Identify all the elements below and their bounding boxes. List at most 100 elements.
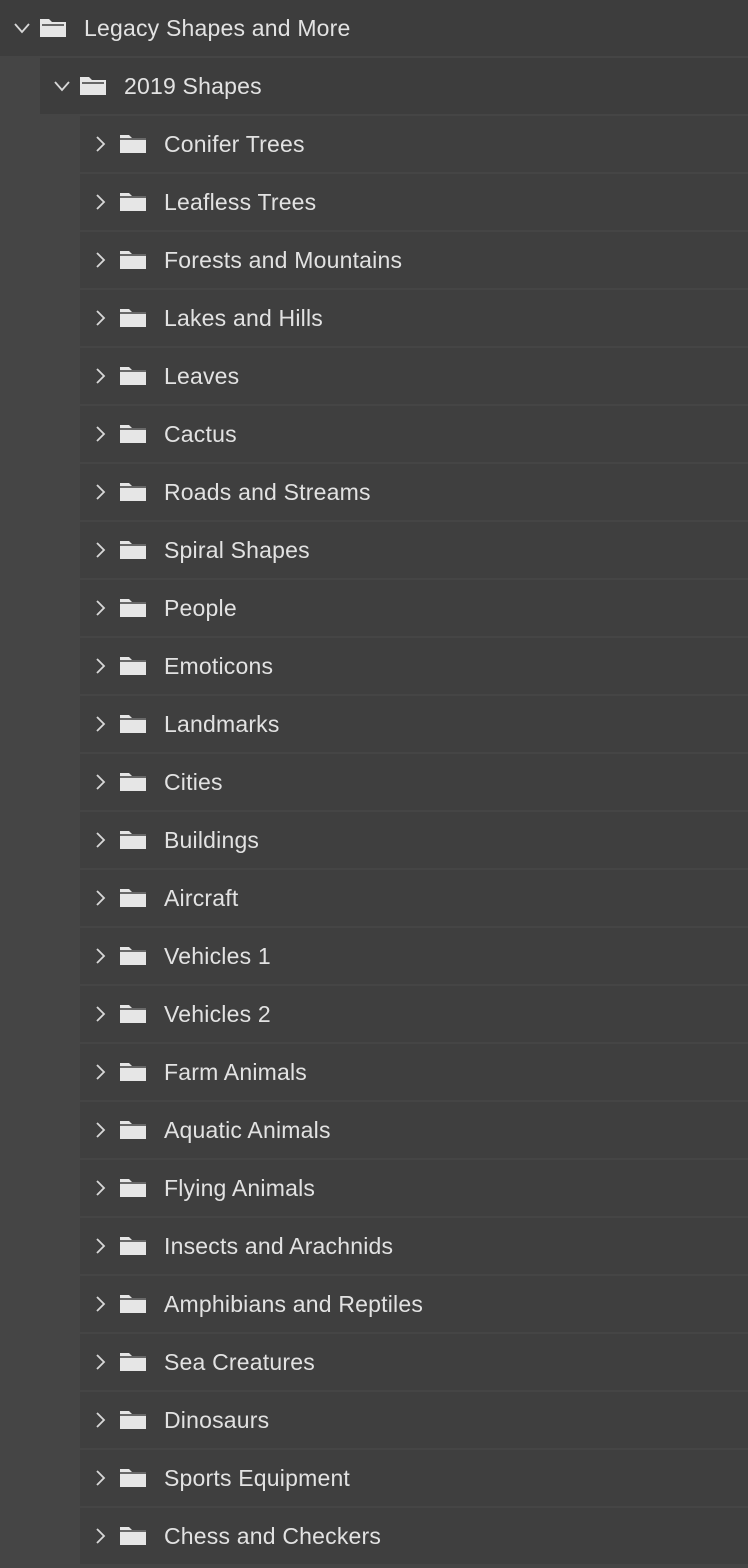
chevron-right-icon[interactable] [88, 132, 112, 156]
tree-row-label: Flying Animals [164, 1174, 316, 1201]
chevron-down-icon[interactable] [50, 74, 74, 98]
folder-icon [118, 1060, 148, 1084]
chevron-right-icon[interactable] [88, 596, 112, 620]
tree-row-label: Roads and Streams [164, 478, 371, 505]
folder-open-icon [38, 16, 68, 40]
folder-icon [118, 596, 148, 620]
tree-row-cities[interactable]: Cities [80, 754, 748, 810]
folder-icon [118, 1466, 148, 1490]
tree-row-insects-and-arachnids[interactable]: Insects and Arachnids [80, 1218, 748, 1274]
tree-row-label: Vehicles 1 [164, 942, 271, 969]
tree-row-label: Emoticons [164, 652, 274, 679]
tree-row-cactus[interactable]: Cactus [80, 406, 748, 462]
folder-icon [118, 1350, 148, 1374]
tree-row-lakes-and-hills[interactable]: Lakes and Hills [80, 290, 748, 346]
chevron-right-icon[interactable] [88, 480, 112, 504]
tree-row-label: Conifer Trees [164, 130, 305, 157]
folder-icon [118, 306, 148, 330]
tree-row-chess-and-checkers[interactable]: Chess and Checkers [80, 1508, 748, 1564]
tree-row-sports-equipment[interactable]: Sports Equipment [80, 1450, 748, 1506]
chevron-right-icon[interactable] [88, 1176, 112, 1200]
tree-row-label: Chess and Checkers [164, 1522, 382, 1549]
folder-icon [118, 654, 148, 678]
tree-row-label: Aircraft [164, 884, 239, 911]
tree-row-2019-shapes[interactable]: 2019 Shapes [40, 58, 748, 114]
tree-row-label: Dinosaurs [164, 1406, 270, 1433]
folder-icon [118, 886, 148, 910]
chevron-right-icon[interactable] [88, 422, 112, 446]
tree-row-sea-creatures[interactable]: Sea Creatures [80, 1334, 748, 1390]
chevron-right-icon[interactable] [88, 1350, 112, 1374]
chevron-right-icon[interactable] [88, 944, 112, 968]
chevron-right-icon[interactable] [88, 306, 112, 330]
tree-row-leafless-trees[interactable]: Leafless Trees [80, 174, 748, 230]
chevron-right-icon[interactable] [88, 1466, 112, 1490]
tree-row-label: Legacy Shapes and More [84, 14, 351, 41]
tree-row-aircraft[interactable]: Aircraft [80, 870, 748, 926]
chevron-right-icon[interactable] [88, 828, 112, 852]
folder-icon [118, 1002, 148, 1026]
folder-icon [118, 1524, 148, 1548]
tree-row-label: Buildings [164, 826, 260, 853]
chevron-right-icon[interactable] [88, 1524, 112, 1548]
tree-row-label: Forests and Mountains [164, 246, 403, 273]
folder-icon [118, 248, 148, 272]
chevron-right-icon[interactable] [88, 1408, 112, 1432]
folder-icon [118, 480, 148, 504]
tree-row-flying-animals[interactable]: Flying Animals [80, 1160, 748, 1216]
chevron-right-icon[interactable] [88, 190, 112, 214]
shapes-panel: Legacy Shapes and More 2019 Shapes Conif… [0, 0, 748, 1568]
tree-row-vehicles-2[interactable]: Vehicles 2 [80, 986, 748, 1042]
tree-row-conifer-trees[interactable]: Conifer Trees [80, 116, 748, 172]
folder-icon [118, 828, 148, 852]
folder-icon [118, 1408, 148, 1432]
tree-row-label: Sports Equipment [164, 1464, 351, 1491]
tree-row-label: Insects and Arachnids [164, 1232, 394, 1259]
tree-row-label: Landmarks [164, 710, 280, 737]
tree-row-buildings[interactable]: Buildings [80, 812, 748, 868]
tree-row-emoticons[interactable]: Emoticons [80, 638, 748, 694]
folder-icon [118, 712, 148, 736]
chevron-right-icon[interactable] [88, 1002, 112, 1026]
tree-row-label: Leaves [164, 362, 240, 389]
chevron-right-icon[interactable] [88, 1292, 112, 1316]
tree-row-label: Leafless Trees [164, 188, 317, 215]
folder-icon [118, 1234, 148, 1258]
tree-row-label: 2019 Shapes [124, 72, 262, 99]
tree-row-forests-and-mountains[interactable]: Forests and Mountains [80, 232, 748, 288]
folder-icon [118, 770, 148, 794]
folder-icon [118, 190, 148, 214]
folder-icon [118, 364, 148, 388]
tree-row-label: Spiral Shapes [164, 536, 310, 563]
tree-row-label: Cactus [164, 420, 237, 447]
tree-row-aquatic-animals[interactable]: Aquatic Animals [80, 1102, 748, 1158]
tree-row-label: Amphibians and Reptiles [164, 1290, 424, 1317]
chevron-right-icon[interactable] [88, 654, 112, 678]
chevron-right-icon[interactable] [88, 248, 112, 272]
chevron-right-icon[interactable] [88, 1118, 112, 1142]
folder-icon [118, 422, 148, 446]
tree-row-farm-animals[interactable]: Farm Animals [80, 1044, 748, 1100]
tree-row-spiral-shapes[interactable]: Spiral Shapes [80, 522, 748, 578]
chevron-right-icon[interactable] [88, 712, 112, 736]
chevron-down-icon[interactable] [10, 16, 34, 40]
tree-row-amphibians-and-reptiles[interactable]: Amphibians and Reptiles [80, 1276, 748, 1332]
chevron-right-icon[interactable] [88, 364, 112, 388]
chevron-right-icon[interactable] [88, 538, 112, 562]
tree-row-dinosaurs[interactable]: Dinosaurs [80, 1392, 748, 1448]
tree-row-label: Cities [164, 768, 223, 795]
chevron-right-icon[interactable] [88, 1060, 112, 1084]
tree-row-leaves[interactable]: Leaves [80, 348, 748, 404]
chevron-right-icon[interactable] [88, 770, 112, 794]
chevron-right-icon[interactable] [88, 886, 112, 910]
chevron-right-icon[interactable] [88, 1234, 112, 1258]
tree-row-people[interactable]: People [80, 580, 748, 636]
folder-open-icon [78, 74, 108, 98]
tree-row-landmarks[interactable]: Landmarks [80, 696, 748, 752]
tree-row-label: Vehicles 2 [164, 1000, 271, 1027]
folder-icon [118, 1176, 148, 1200]
tree-row-roads-and-streams[interactable]: Roads and Streams [80, 464, 748, 520]
tree-row-vehicles-1[interactable]: Vehicles 1 [80, 928, 748, 984]
folder-icon [118, 132, 148, 156]
tree-row-legacy-shapes[interactable]: Legacy Shapes and More [0, 0, 748, 56]
